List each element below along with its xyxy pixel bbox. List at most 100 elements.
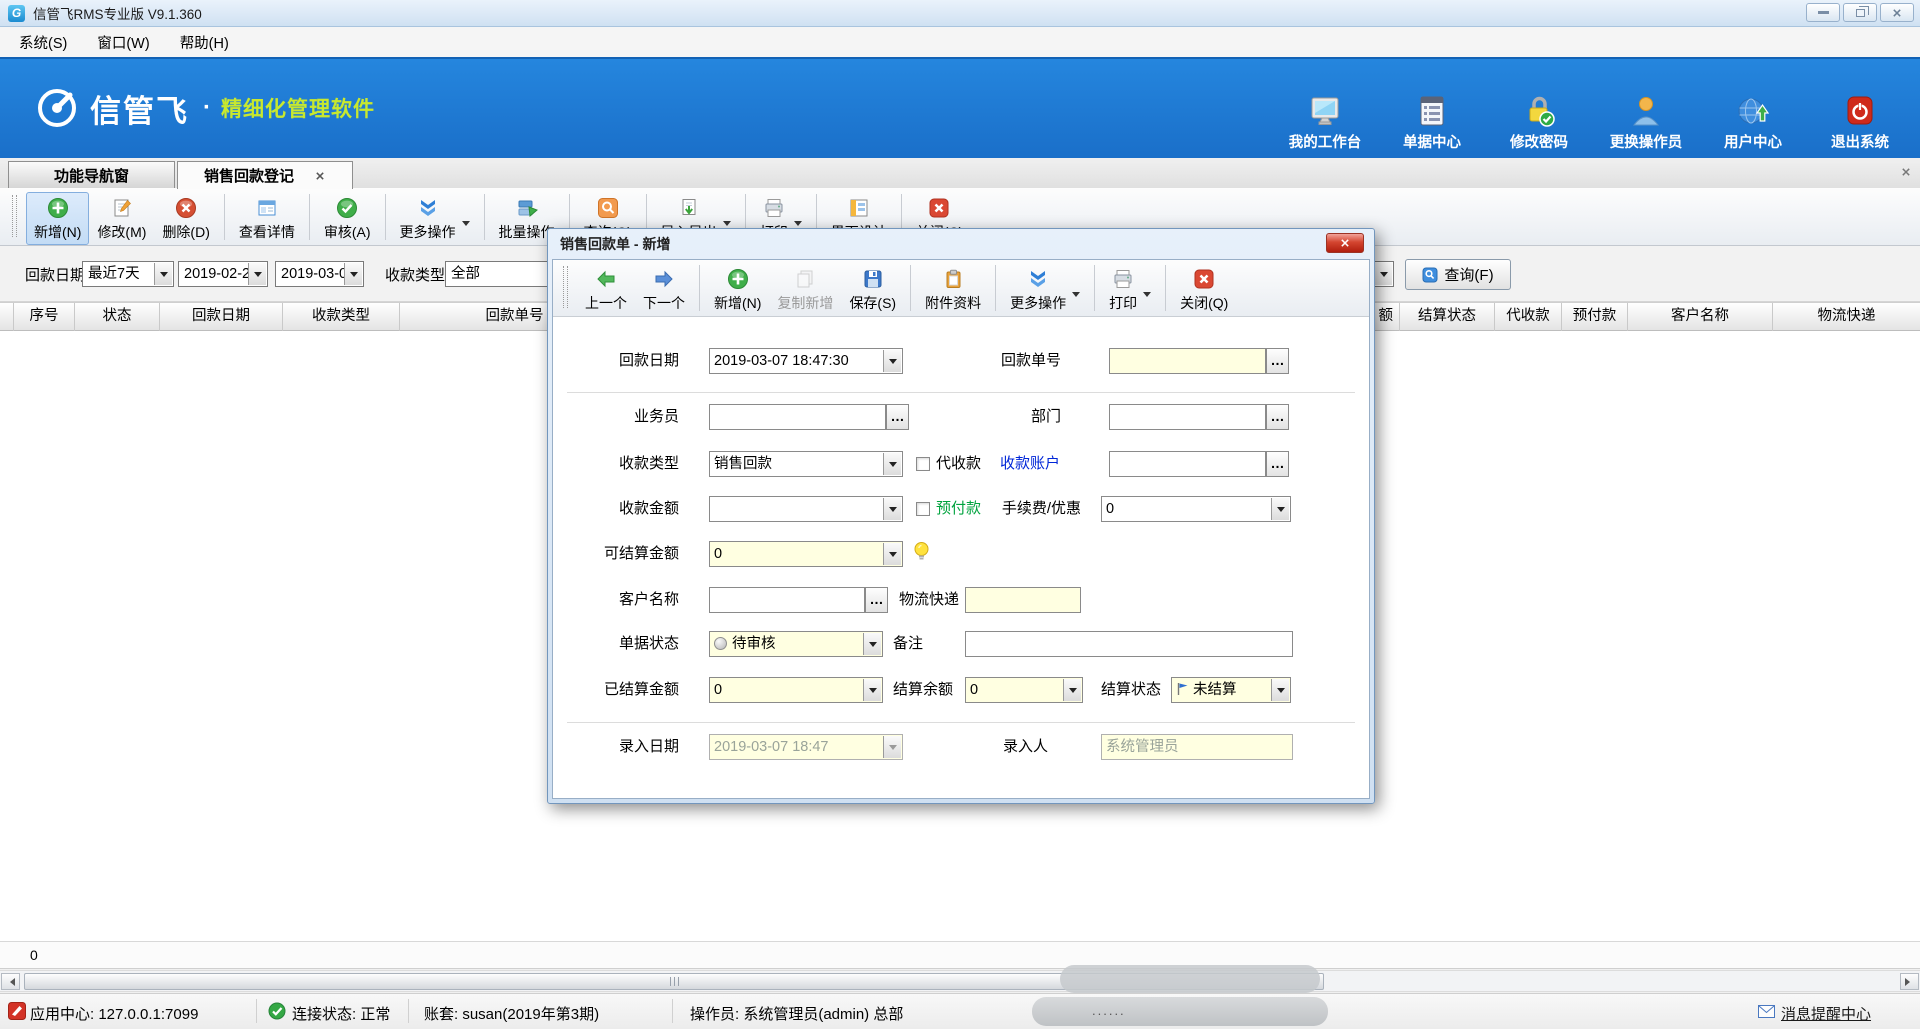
scroll-right-button[interactable] [1900,973,1919,990]
tab-nav-window[interactable]: 功能导航窗 [8,161,175,189]
banner-action-workbench[interactable]: 我的工作台 [1279,92,1371,152]
dialog-more-actions-button[interactable]: 更多操作 [1002,263,1088,316]
balance-combo[interactable]: 0 [965,677,1083,703]
delete-button[interactable]: 删除(D) [154,192,217,245]
settled-label: 已结算金额 [563,677,679,703]
arrow-left-icon [6,978,15,986]
documents-list-icon [1386,92,1478,128]
menu-system[interactable]: 系统(S) [4,27,82,58]
dialog-close-toolbar-button[interactable]: 关闭(Q) [1172,263,1236,316]
salesman-input[interactable] [709,404,886,430]
banner-action-documents[interactable]: 单据中心 [1386,92,1478,152]
dropdown-arrow-icon [462,221,470,230]
view-detail-button[interactable]: 查看详情 [231,192,303,245]
banner-action-user-center[interactable]: 用户中心 [1707,92,1799,152]
prepay-checkbox[interactable] [916,502,930,516]
brand-slogan: 精细化管理软件 [221,93,375,123]
date-from-combo[interactable]: 2019-02-28 [178,261,268,287]
toolbar-drag-handle[interactable] [563,266,568,308]
banner-action-password[interactable]: 修改密码 [1493,92,1585,152]
logistics-label: 物流快递 [875,587,959,613]
toolbar-drag-handle[interactable] [12,195,17,237]
edit-button[interactable]: 修改(M) [89,192,154,245]
dropdown-arrow-icon[interactable] [883,350,901,372]
pay-type-combo[interactable]: 销售回款 [709,451,903,477]
remark-input[interactable] [965,631,1293,657]
department-picker-button[interactable]: … [1266,404,1289,430]
dialog-title: 销售回款单 - 新增 [560,234,670,254]
menu-help[interactable]: 帮助(H) [165,27,244,58]
menu-window[interactable]: 窗口(W) [82,27,164,58]
audit-button[interactable]: 审核(A) [316,192,379,245]
amount-combo[interactable] [709,496,903,522]
flag-icon [1176,680,1189,703]
window-titlebar: G 信管飞RMS专业版 V9.1.360 [0,0,1920,27]
banner-action-exit[interactable]: 退出系统 [1814,92,1906,152]
next-record-button[interactable]: 下一个 [635,263,693,316]
receipt-no-picker-button[interactable]: … [1266,348,1289,374]
account-picker-button[interactable]: … [1266,451,1289,477]
fee-combo[interactable]: 0 [1101,496,1291,522]
date-to-combo[interactable]: 2019-03-07 [275,261,364,287]
column-header[interactable]: 客户名称 [1628,303,1773,331]
logistics-input[interactable] [965,587,1081,613]
horizontal-scrollbar[interactable] [0,970,1920,992]
salesman-label: 业务员 [563,404,679,430]
dialog-add-button[interactable]: 新增(N) [706,263,769,316]
close-window-button[interactable] [1880,3,1914,22]
save-button[interactable]: 保存(S) [841,263,904,316]
column-header[interactable]: 代收款 [1495,303,1562,331]
settleable-combo[interactable]: 0 [709,541,903,567]
query-button[interactable]: 查询(F) [1405,259,1511,290]
date-range-combo[interactable]: 最近7天 [82,261,174,287]
prepay-label: 预付款 [936,496,981,522]
dialog-close-button[interactable] [1326,233,1364,253]
tabstrip-close-icon[interactable] [1902,168,1911,177]
department-input[interactable] [1109,404,1266,430]
account-input[interactable] [1109,451,1266,477]
add-button[interactable]: 新增(N) [26,192,89,245]
dropdown-arrow-icon[interactable] [248,263,266,285]
dropdown-arrow-icon[interactable] [344,263,362,285]
settle-status-label: 结算状态 [1071,677,1161,703]
dialog-print-button[interactable]: 打印 [1101,263,1159,316]
record-count-row: 0 [0,941,1920,969]
column-header[interactable]: 状态 [75,303,160,331]
restore-button[interactable] [1843,3,1877,22]
message-center-link[interactable]: 消息提醒中心 [1781,1003,1871,1024]
statusbar: 应用中心: 127.0.0.1:7099 连接状态: 正常 账套: susan(… [0,993,1920,1029]
minimize-button[interactable] [1806,3,1840,22]
dropdown-arrow-icon[interactable] [1374,263,1392,285]
account-link[interactable]: 收款账户 [1000,451,1060,477]
delete-icon [175,195,197,220]
scroll-left-button[interactable] [1,973,20,990]
column-header[interactable]: 回款日期 [160,303,283,331]
attachments-button[interactable]: 附件资料 [917,263,989,316]
settle-status-combo[interactable]: 未结算 [1171,677,1291,703]
toolbar-separator [309,194,310,240]
column-header[interactable]: 预付款 [1562,303,1628,331]
dropdown-arrow-icon[interactable] [883,498,901,520]
dropdown-arrow-icon[interactable] [1271,498,1289,520]
customer-input[interactable] [709,587,865,613]
dialog-titlebar[interactable]: 销售回款单 - 新增 [552,229,1370,259]
dropdown-arrow-icon[interactable] [1271,679,1289,701]
column-header[interactable]: 结算状态 [1400,303,1495,331]
column-header[interactable]: 物流快递 [1773,303,1920,331]
dropdown-arrow-icon[interactable] [883,453,901,475]
agent-collect-checkbox[interactable] [916,457,930,471]
prev-record-button[interactable]: 上一个 [577,263,635,316]
dropdown-arrow-icon[interactable] [154,263,172,285]
column-header[interactable]: 序号 [14,303,75,331]
salesman-picker-button[interactable]: … [886,404,909,430]
column-header[interactable]: 收款类型 [283,303,400,331]
remark-label: 备注 [853,631,923,657]
tab-sales-payment[interactable]: 销售回款登记 [177,161,353,189]
banner-action-operator[interactable]: 更换操作员 [1600,92,1692,152]
tab-close-icon[interactable] [316,171,325,180]
receipt-no-input[interactable] [1109,348,1266,374]
more-actions-button[interactable]: 更多操作 [392,192,478,245]
dropdown-arrow-icon[interactable] [883,543,901,565]
payment-date-combo[interactable]: 2019-03-07 18:47:30 [709,348,903,374]
detail-icon [256,195,278,220]
